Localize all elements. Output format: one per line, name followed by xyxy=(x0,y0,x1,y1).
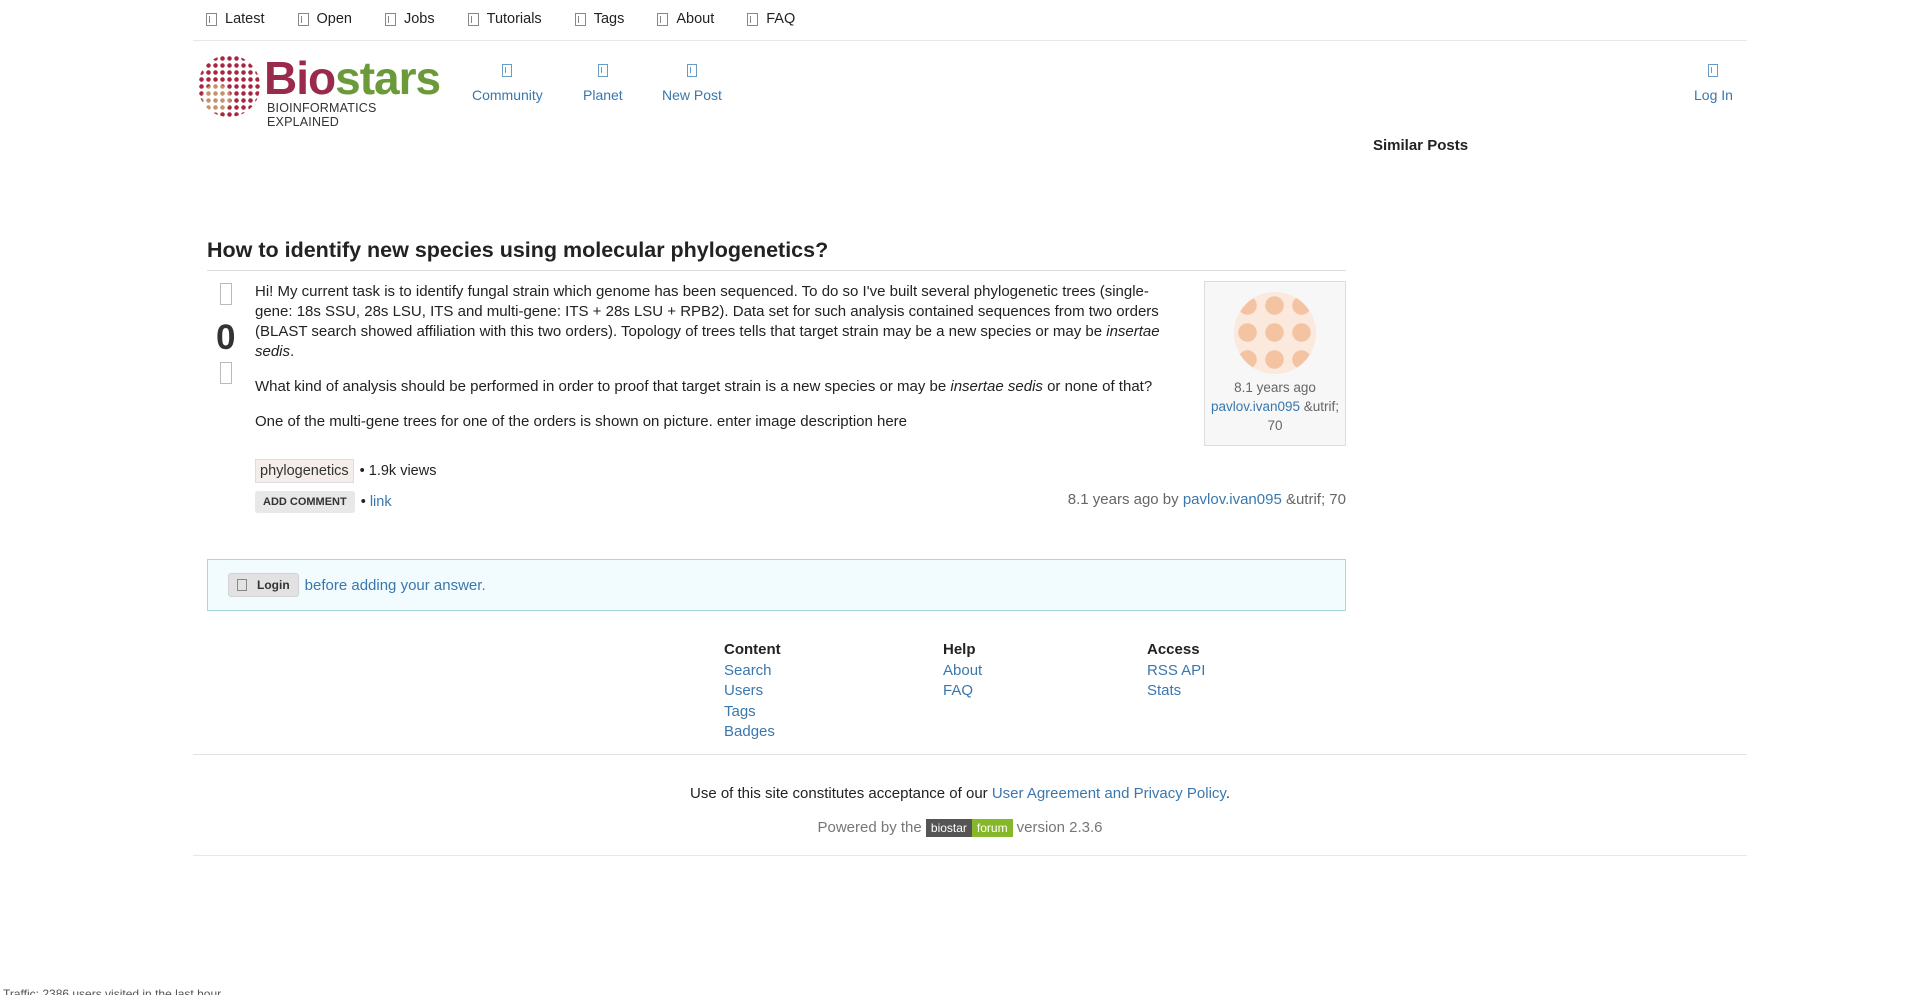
logo-tagline: BIOINFORMATICS EXPLAINED xyxy=(267,101,377,129)
post-time: 8.1 years ago xyxy=(1234,380,1316,395)
downvote-icon[interactable] xyxy=(220,362,232,384)
upvote-icon[interactable] xyxy=(220,283,232,305)
topnav-faq[interactable]: FAQ xyxy=(747,6,795,32)
post-actions: ADD COMMENT • link xyxy=(255,491,392,513)
post-paragraph: Hi! My current task is to identify funga… xyxy=(255,283,1160,360)
topnav-tutorials[interactable]: Tutorials xyxy=(467,6,542,32)
list-icon xyxy=(206,12,217,26)
post-title: How to identify new species using molecu… xyxy=(207,238,829,262)
similar-posts-heading: Similar Posts xyxy=(1373,137,1469,154)
logo-stars-text: stars xyxy=(335,52,441,104)
globe-icon xyxy=(597,64,608,77)
footer-divider xyxy=(193,754,1747,755)
footer-link-about[interactable]: About xyxy=(943,661,982,682)
answer-login-box: Login before adding your answer. xyxy=(207,559,1346,611)
footer-link-search[interactable]: Search xyxy=(724,661,781,682)
globe-logo-icon xyxy=(198,55,260,117)
footer-link-faq[interactable]: FAQ xyxy=(943,681,982,702)
post-paragraph: One of the multi-gene trees for one of t… xyxy=(255,413,908,430)
nav-new-post[interactable]: New Post xyxy=(662,64,722,103)
user-card: 8.1 years ago pavlov.ivan095 &utrif; 70 xyxy=(1204,281,1346,446)
pencil-icon xyxy=(686,64,697,77)
list-icon xyxy=(657,12,669,26)
list-icon xyxy=(297,12,309,26)
permalink[interactable]: link xyxy=(370,494,392,510)
topnav-latest[interactable]: Latest xyxy=(206,6,265,32)
post-paragraph: What kind of analysis should be performe… xyxy=(255,378,1153,395)
nav-community[interactable]: Community xyxy=(472,64,543,103)
post-body: Hi! My current task is to identify funga… xyxy=(255,282,1180,447)
title-divider xyxy=(207,270,1346,271)
topnav-open[interactable]: Open xyxy=(297,6,352,32)
list-icon xyxy=(574,12,586,26)
site-logo[interactable]: Biostars BIOINFORMATICS EXPLAINED xyxy=(198,52,450,129)
post-tags: phylogenetics • 1.9k views xyxy=(255,459,436,483)
powered-by: Powered by the biostar forum version 2.3.6 xyxy=(817,819,1103,838)
views-count: • 1.9k views xyxy=(359,463,437,479)
agreement-text: Use of this site constitutes acceptance … xyxy=(690,785,1230,802)
tag-link[interactable]: phylogenetics xyxy=(255,459,354,483)
topnav-tags[interactable]: Tags xyxy=(574,6,624,32)
avatar[interactable] xyxy=(1234,292,1316,374)
footer-link-tags[interactable]: Tags xyxy=(724,702,781,723)
footer-access-column: Access RSS API Stats xyxy=(1147,640,1205,702)
post-byline: 8.1 years ago by pavlov.ivan095 &utrif; … xyxy=(1067,491,1346,508)
topnav-jobs[interactable]: Jobs xyxy=(384,6,435,32)
footer-help-column: Help About FAQ xyxy=(943,640,982,702)
list-icon xyxy=(384,12,396,26)
biostar-badge[interactable]: biostar xyxy=(925,819,972,838)
list-icon xyxy=(747,12,759,26)
login-icon xyxy=(1708,64,1719,77)
footer-link-badges[interactable]: Badges xyxy=(724,722,781,743)
footer-divider xyxy=(193,855,1747,856)
footer-content-column: Content Search Users Tags Badges xyxy=(724,640,781,743)
byline-user-link[interactable]: pavlov.ivan095 xyxy=(1183,491,1282,508)
nav-planet[interactable]: Planet xyxy=(583,64,623,103)
logo-bio-text: Bio xyxy=(264,52,336,104)
vote-count: 0 xyxy=(216,318,236,357)
footer-link-users[interactable]: Users xyxy=(724,681,781,702)
traffic-stats: Traffic: 2386 users visited in the last … xyxy=(3,987,222,995)
user-link[interactable]: pavlov.ivan095 xyxy=(1211,399,1300,414)
topnav-about[interactable]: About xyxy=(657,6,714,32)
add-comment-button[interactable]: ADD COMMENT xyxy=(255,491,355,513)
user-agreement-link[interactable]: User Agreement and Privacy Policy xyxy=(992,785,1226,802)
footer-link-rss-api[interactable]: RSS API xyxy=(1147,661,1205,682)
users-icon xyxy=(502,64,513,77)
login-prompt-text: before adding your answer. xyxy=(304,576,486,594)
forum-badge[interactable]: forum xyxy=(971,819,1013,838)
footer-link-stats[interactable]: Stats xyxy=(1147,681,1205,702)
login-button[interactable]: Login xyxy=(228,573,299,597)
nav-login[interactable]: Log In xyxy=(1694,64,1733,103)
top-divider xyxy=(193,40,1747,41)
list-icon xyxy=(467,12,479,26)
login-icon xyxy=(237,579,247,591)
top-nav: Latest Open Jobs Tutorials Tags About FA… xyxy=(206,6,828,32)
